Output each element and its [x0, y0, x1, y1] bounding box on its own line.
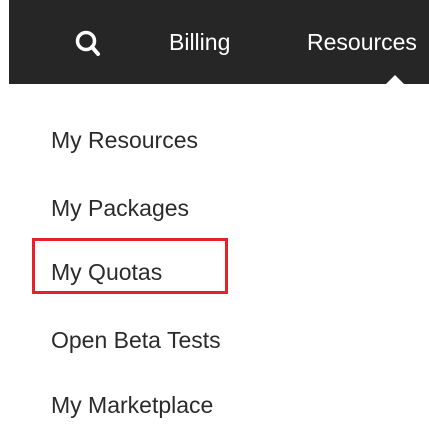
page: Billing Resources My Resources My Packag… — [0, 0, 429, 442]
menu-item-my-marketplace[interactable]: My Marketplace — [51, 388, 213, 422]
menu-item-my-resources[interactable]: My Resources — [51, 123, 198, 157]
menu-item-open-beta-tests[interactable]: Open Beta Tests — [51, 323, 221, 357]
search-icon[interactable] — [74, 26, 102, 60]
resources-dropdown-menu: My Resources My Packages My Quotas Open … — [0, 84, 429, 442]
nav-resources[interactable]: Resources — [307, 26, 417, 58]
menu-item-my-packages[interactable]: My Packages — [51, 191, 189, 225]
nav-billing[interactable]: Billing — [169, 26, 230, 58]
menu-item-my-quotas[interactable]: My Quotas — [51, 255, 162, 289]
top-nav-bar: Billing Resources — [9, 0, 429, 84]
